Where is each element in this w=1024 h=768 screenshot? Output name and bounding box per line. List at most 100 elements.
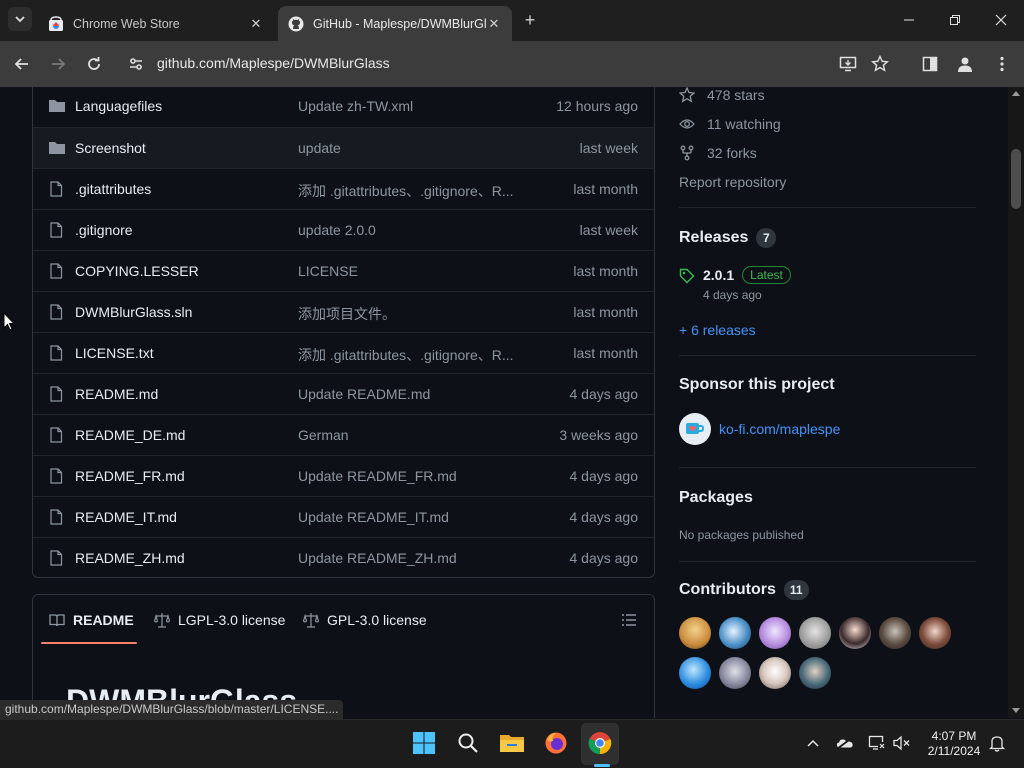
- contributor-avatar[interactable]: [919, 617, 951, 649]
- tab-chrome-web-store[interactable]: Chrome Web Store ✕: [38, 6, 274, 41]
- file-row[interactable]: README_FR.md Update README_FR.md 4 days ag…: [33, 455, 654, 496]
- menu-kebab-icon[interactable]: [990, 52, 1014, 76]
- file-icon: [48, 427, 66, 443]
- chrome-button[interactable]: [587, 730, 613, 756]
- reload-button[interactable]: [82, 52, 106, 76]
- file-explorer-button[interactable]: [499, 730, 525, 756]
- network-icon[interactable]: [868, 734, 886, 752]
- notifications-bell-icon[interactable]: [988, 734, 1006, 752]
- contributor-avatar[interactable]: [679, 617, 711, 649]
- watching-link[interactable]: 11 watching: [707, 116, 781, 132]
- close-window-button[interactable]: [989, 8, 1013, 32]
- contributor-avatar[interactable]: [719, 617, 751, 649]
- tab-lgpl-license[interactable]: LGPL-3.0 license: [154, 612, 285, 628]
- page-scrollbar[interactable]: [1008, 87, 1024, 718]
- commit-message-link[interactable]: 添加 .gitattributes、.gitignore、R...: [298, 345, 514, 365]
- contributor-avatar[interactable]: [799, 617, 831, 649]
- file-row[interactable]: .gitattributes 添加 .gitattributes、.gitigno…: [33, 168, 654, 209]
- tab-search-button[interactable]: [8, 7, 32, 31]
- tab-gpl-license[interactable]: GPL-3.0 license: [303, 612, 427, 628]
- install-app-icon[interactable]: [836, 52, 860, 76]
- commit-message-link[interactable]: German: [298, 427, 349, 443]
- commit-message-link[interactable]: 添加项目文件。: [298, 304, 396, 324]
- contributor-avatar[interactable]: [679, 657, 711, 689]
- file-row[interactable]: README_IT.md Update README_IT.md 4 days ag…: [33, 496, 654, 537]
- outline-button[interactable]: [621, 612, 637, 628]
- file-name-link[interactable]: Screenshot: [75, 140, 146, 156]
- onedrive-icon[interactable]: [836, 734, 854, 752]
- commit-time: 12 hours ago: [556, 98, 638, 114]
- contributor-avatar[interactable]: [799, 657, 831, 689]
- contributors-heading[interactable]: Contributors 11: [679, 580, 809, 600]
- commit-message-link[interactable]: Update README_ZH.md: [298, 550, 457, 566]
- file-row[interactable]: DWMBlurGlass.sln 添加项目文件。 last month: [33, 291, 654, 332]
- commit-message-link[interactable]: Update README_FR.md: [298, 468, 457, 484]
- file-name-link[interactable]: .gitignore: [75, 222, 133, 238]
- kofi-avatar-icon[interactable]: [679, 413, 711, 445]
- taskbar-search-button[interactable]: [455, 730, 481, 756]
- contributor-avatar[interactable]: [759, 657, 791, 689]
- kofi-link[interactable]: ko-fi.com/maplespe: [719, 421, 840, 437]
- file-name-link[interactable]: README_DE.md: [75, 427, 185, 443]
- file-row[interactable]: README_DE.md German 3 weeks ago: [33, 414, 654, 455]
- contributor-avatar[interactable]: [879, 617, 911, 649]
- file-row[interactable]: README_ZH.md Update README_ZH.md 4 days ag…: [33, 537, 654, 578]
- file-name-link[interactable]: README.md: [75, 386, 158, 402]
- commit-message-link[interactable]: Update README.md: [298, 386, 430, 402]
- volume-muted-icon[interactable]: [893, 734, 911, 752]
- commit-message-link[interactable]: update 2.0.0: [298, 222, 376, 238]
- profile-icon[interactable]: [953, 52, 977, 76]
- page-content: README LGPL-3.0 license GPL-3.0 license …: [0, 87, 1008, 718]
- file-name-link[interactable]: README_ZH.md: [75, 550, 185, 566]
- file-name-link[interactable]: DWMBlurGlass.sln: [75, 304, 192, 320]
- close-tab-icon[interactable]: ✕: [486, 16, 502, 32]
- start-button[interactable]: [411, 730, 437, 756]
- show-hidden-icons-button[interactable]: [804, 734, 822, 752]
- file-name-link[interactable]: LICENSE.txt: [75, 345, 154, 361]
- file-name-link[interactable]: README_FR.md: [75, 468, 185, 484]
- bookmark-star-icon[interactable]: [868, 52, 892, 76]
- forks-link[interactable]: 32 forks: [707, 145, 757, 161]
- file-row[interactable]: Languagefiles Update zh-TW.xml 12 hours ag…: [33, 87, 654, 127]
- back-button[interactable]: [10, 52, 34, 76]
- close-tab-icon[interactable]: ✕: [248, 16, 264, 32]
- tab-github[interactable]: GitHub - Maplespe/DWMBlurGl ✕: [278, 6, 512, 41]
- releases-heading[interactable]: Releases 7: [679, 228, 777, 248]
- file-row[interactable]: .gitignore update 2.0.0 last week: [33, 209, 654, 250]
- scroll-down-icon[interactable]: [1012, 708, 1020, 714]
- file-row[interactable]: LICENSE.txt 添加 .gitattributes、.gitignore、…: [33, 332, 654, 373]
- stars-link[interactable]: 478 stars: [707, 87, 765, 103]
- tab-readme[interactable]: README: [49, 612, 134, 628]
- commit-message-link[interactable]: Update zh-TW.xml: [298, 98, 413, 114]
- new-tab-button[interactable]: +: [520, 10, 540, 30]
- commit-message-link[interactable]: LICENSE: [298, 263, 358, 279]
- file-name-link[interactable]: Languagefiles: [75, 98, 162, 114]
- restore-button[interactable]: [943, 8, 967, 32]
- forward-button[interactable]: [46, 52, 70, 76]
- packages-heading[interactable]: Packages: [679, 489, 753, 507]
- firefox-button[interactable]: [543, 730, 569, 756]
- more-releases-link[interactable]: + 6 releases: [679, 322, 756, 338]
- commit-message-link[interactable]: Update README_IT.md: [298, 509, 449, 525]
- file-name-link[interactable]: COPYING.LESSER: [75, 263, 199, 279]
- tab-label: LGPL-3.0 license: [178, 612, 286, 628]
- commit-message-link[interactable]: update: [298, 140, 341, 156]
- contributor-avatar[interactable]: [719, 657, 751, 689]
- site-info-icon[interactable]: [124, 52, 148, 76]
- file-row[interactable]: Screenshot update last week: [33, 127, 654, 168]
- side-panel-icon[interactable]: [918, 52, 942, 76]
- scrollbar-thumb[interactable]: [1011, 149, 1021, 209]
- contributor-avatar[interactable]: [759, 617, 791, 649]
- report-repository-link[interactable]: Report repository: [679, 174, 786, 190]
- file-name-link[interactable]: .gitattributes: [75, 181, 151, 197]
- file-name-link[interactable]: README_IT.md: [75, 509, 177, 525]
- url-text[interactable]: github.com/Maplespe/DWMBlurGlass: [157, 55, 390, 71]
- taskbar-clock[interactable]: 4:07 PM 2/11/2024: [922, 729, 986, 759]
- file-row[interactable]: COPYING.LESSER LICENSE last month: [33, 250, 654, 291]
- latest-release[interactable]: 2.0.1 Latest: [703, 266, 791, 284]
- contributor-avatar[interactable]: [839, 617, 871, 649]
- minimize-button[interactable]: [897, 8, 921, 32]
- file-row[interactable]: README.md Update README.md 4 days ago: [33, 373, 654, 414]
- scroll-up-icon[interactable]: [1012, 90, 1020, 96]
- commit-message-link[interactable]: 添加 .gitattributes、.gitignore、R...: [298, 181, 514, 201]
